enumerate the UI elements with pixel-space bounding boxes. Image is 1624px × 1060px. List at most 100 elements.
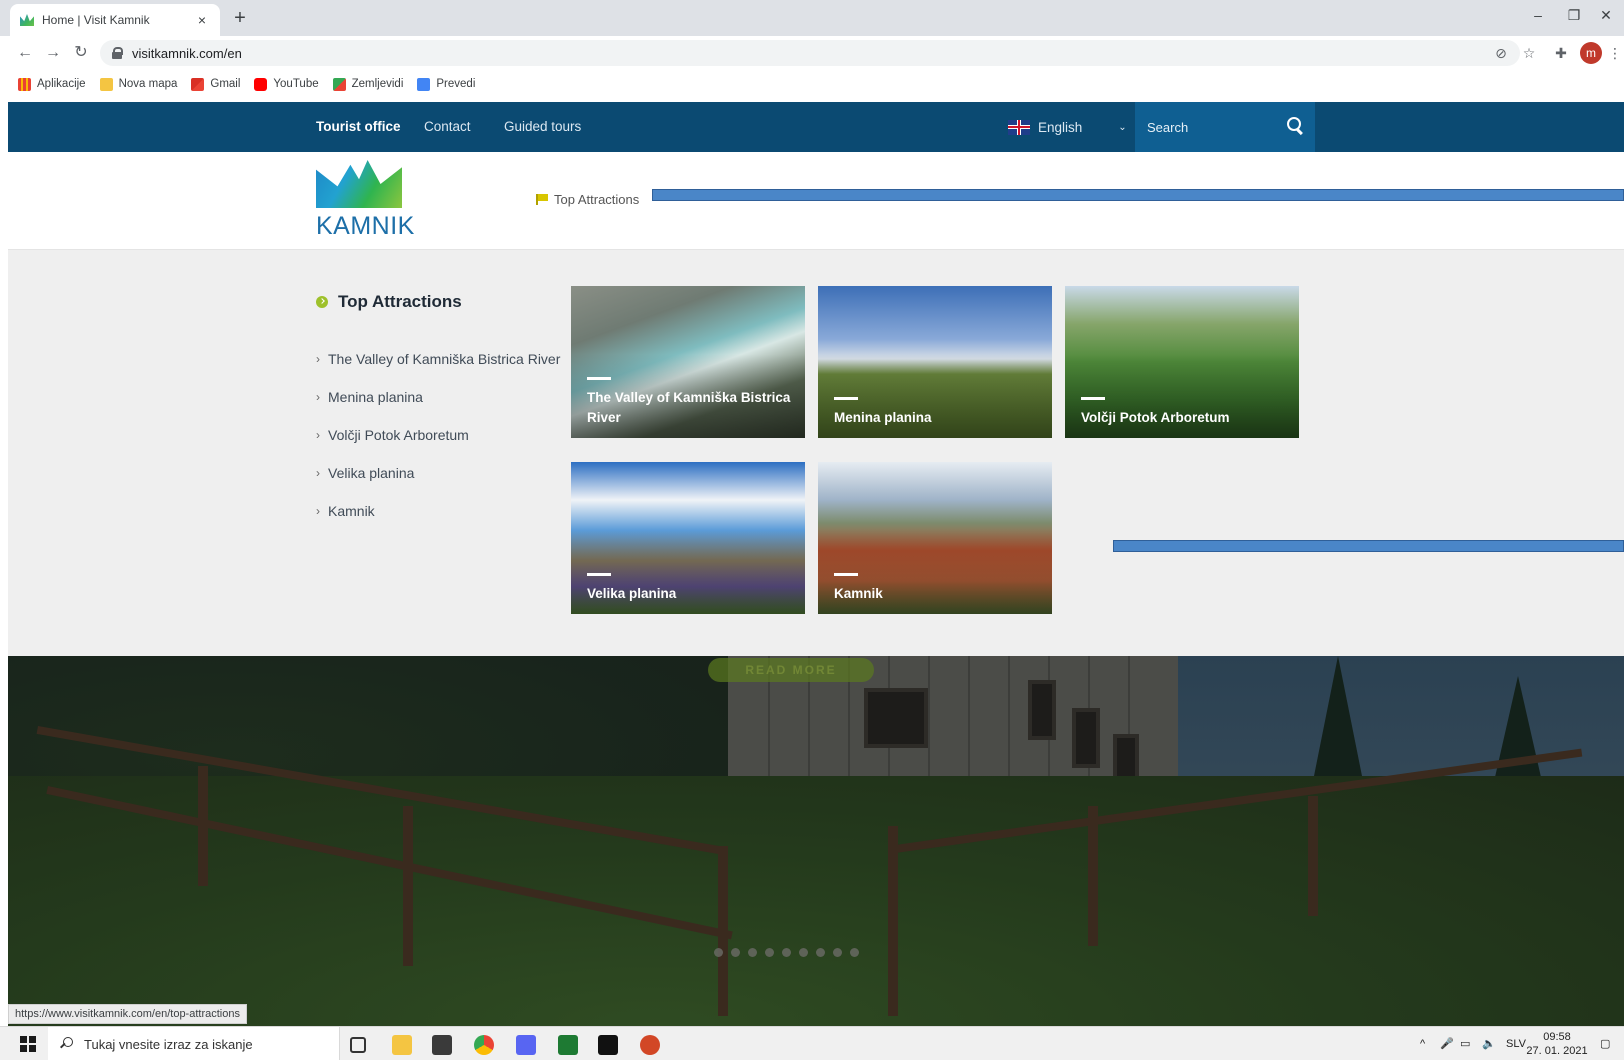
chevron-right-icon: ›: [316, 504, 320, 518]
card-title: Volčji Potok Arboretum: [1081, 410, 1230, 425]
forward-arrow-icon[interactable]: →: [42, 42, 64, 64]
minimize-button[interactable]: –: [1520, 0, 1556, 32]
nav-guided-tours[interactable]: Guided tours: [504, 102, 581, 152]
powerpoint-icon[interactable]: [640, 1035, 660, 1055]
attraction-link[interactable]: › Kamnik: [316, 492, 560, 530]
store-icon[interactable]: [432, 1035, 452, 1055]
file-explorer-icon[interactable]: [392, 1035, 412, 1055]
search-icon[interactable]: [1287, 117, 1303, 133]
carousel-dot[interactable]: [850, 948, 859, 957]
carousel-dot[interactable]: [714, 948, 723, 957]
taskbar-search-input[interactable]: Tukaj vnesite izraz za iskanje: [48, 1027, 340, 1060]
card-accent-bar: [1081, 397, 1105, 400]
reload-icon[interactable]: ↻: [70, 42, 92, 64]
bookmark-gmail[interactable]: Gmail: [191, 77, 241, 91]
search-placeholder: Search: [1147, 119, 1189, 135]
attraction-link[interactable]: › Velika planina: [316, 454, 560, 492]
card-accent-bar: [834, 397, 858, 400]
bookmark-translate[interactable]: Prevedi: [417, 77, 475, 91]
attraction-link-label: The Valley of Kamniška Bistrica River: [328, 351, 561, 367]
hero-hill: [8, 776, 1624, 1026]
clock-date: 27. 01. 2021: [1526, 1045, 1588, 1057]
profile-avatar[interactable]: m: [1580, 42, 1602, 64]
carousel-dot[interactable]: [731, 948, 740, 957]
hero-window: [1028, 680, 1056, 740]
windows-taskbar: Tukaj vnesite izraz za iskanje ^ 🎤 ▭ 🔈 S…: [0, 1026, 1624, 1060]
youtube-icon: [254, 77, 268, 91]
browser-menu-icon[interactable]: ⋮: [1606, 44, 1624, 62]
hero-fence-post: [888, 826, 898, 1016]
uk-flag-icon: [1008, 119, 1030, 135]
task-view-icon[interactable]: [350, 1037, 366, 1053]
carousel-dot[interactable]: [816, 948, 825, 957]
tab-close-icon[interactable]: ×: [194, 12, 210, 28]
dropdown-title: Top Attractions: [316, 292, 462, 312]
bookmark-apps[interactable]: Aplikacije: [18, 77, 86, 91]
bookmark-label: Gmail: [210, 78, 241, 90]
address-bar[interactable]: visitkamnik.com/en: [100, 40, 1520, 66]
hero-fence-post: [1088, 806, 1098, 946]
bookmark-folder[interactable]: Nova mapa: [99, 77, 177, 91]
carousel-dot[interactable]: [765, 948, 774, 957]
attraction-card-velika[interactable]: Velika planina: [571, 462, 805, 614]
browser-toolbar: ← → ↻ visitkamnik.com/en ⊘ ☆ ✚ ⋮: [0, 36, 1624, 70]
extensions-puzzle-icon[interactable]: ✚: [1552, 44, 1570, 62]
attraction-card-menina[interactable]: Menina planina: [818, 286, 1052, 438]
chevron-right-icon: ›: [316, 352, 320, 366]
site-search-input[interactable]: Search: [1135, 102, 1315, 152]
windows-start-icon[interactable]: [20, 1036, 36, 1052]
network-icon[interactable]: ▭: [1460, 1027, 1470, 1060]
restore-button[interactable]: ❐: [1556, 0, 1592, 32]
attraction-card-arboretum[interactable]: Volčji Potok Arboretum: [1065, 286, 1299, 438]
nvidia-icon[interactable]: [558, 1035, 578, 1055]
attraction-link-label: Volčji Potok Arboretum: [328, 427, 469, 443]
hero-banner: READ MORE: [8, 656, 1624, 1026]
kamnik-logo[interactable]: KAMNIK: [316, 160, 414, 240]
bookmark-maps[interactable]: Zemljevidi: [332, 77, 403, 91]
read-more-button[interactable]: READ MORE: [708, 658, 874, 682]
browser-tab-strip: Home | Visit Kamnik × + – ❐ ✕: [0, 0, 1624, 36]
menu-top-attractions-label: Top Attractions: [554, 192, 640, 207]
card-title: Menina planina: [834, 410, 932, 425]
attraction-card-valley[interactable]: The Valley of Kamniška Bistrica River: [571, 286, 805, 438]
app-mw-icon[interactable]: [598, 1035, 618, 1055]
hero-fence-post: [718, 846, 728, 1016]
back-arrow-icon[interactable]: ←: [14, 42, 36, 64]
notifications-icon[interactable]: ▢: [1600, 1027, 1610, 1060]
new-tab-button[interactable]: +: [228, 6, 252, 30]
apps-grid-icon: [18, 77, 31, 91]
microphone-icon[interactable]: 🎤: [1440, 1027, 1454, 1060]
chrome-icon[interactable]: [474, 1035, 494, 1055]
taskbar-clock[interactable]: 09:58 27. 01. 2021: [1522, 1030, 1592, 1058]
tracking-off-icon[interactable]: ⊘: [1492, 44, 1510, 62]
discord-icon[interactable]: [516, 1035, 536, 1055]
bookmark-youtube[interactable]: YouTube: [254, 77, 319, 91]
attraction-link[interactable]: › Menina planina: [316, 378, 560, 416]
tray-chevron-icon[interactable]: ^: [1420, 1027, 1425, 1060]
attraction-card-kamnik[interactable]: Kamnik: [818, 462, 1052, 614]
attraction-link[interactable]: › The Valley of Kamniška Bistrica River: [316, 340, 560, 378]
gmail-icon: [191, 77, 205, 91]
language-selector[interactable]: English ⌄: [1008, 102, 1127, 152]
translate-icon: [417, 77, 431, 91]
menu-top-attractions[interactable]: Top Attractions: [536, 192, 639, 207]
browser-tab[interactable]: Home | Visit Kamnik ×: [10, 4, 220, 36]
maps-icon: [332, 77, 346, 91]
attraction-link[interactable]: › Volčji Potok Arboretum: [316, 416, 560, 454]
search-icon: [60, 1037, 74, 1051]
logo-mountains-icon: [316, 160, 402, 208]
bookmark-star-icon[interactable]: ☆: [1520, 44, 1538, 62]
green-circle-icon: [316, 296, 328, 308]
carousel-dot[interactable]: [833, 948, 842, 957]
nav-contact[interactable]: Contact: [424, 102, 471, 152]
carousel-dots: [714, 948, 867, 957]
lock-icon[interactable]: [112, 47, 123, 59]
carousel-dot[interactable]: [799, 948, 808, 957]
nav-tourist-office[interactable]: Tourist office: [316, 102, 401, 152]
carousel-dot[interactable]: [782, 948, 791, 957]
attraction-link-label: Velika planina: [328, 465, 415, 481]
carousel-dot[interactable]: [748, 948, 757, 957]
chevron-right-icon: ›: [316, 390, 320, 404]
close-window-button[interactable]: ✕: [1588, 0, 1624, 32]
volume-icon[interactable]: 🔈: [1482, 1027, 1496, 1060]
